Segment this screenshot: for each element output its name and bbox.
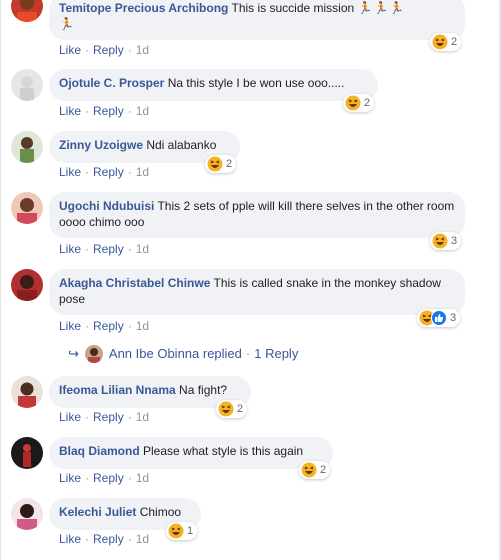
laughing-face-icon bbox=[345, 95, 361, 111]
laughing-face-icon bbox=[207, 156, 223, 172]
thumbs-up-icon bbox=[431, 310, 447, 326]
reply-link[interactable]: Reply bbox=[93, 319, 124, 333]
reply-link[interactable]: Reply bbox=[93, 471, 124, 485]
comment-bubble: Ojotule C. Prosper Na this style I be wo… bbox=[49, 69, 378, 101]
reaction-count: 1 bbox=[187, 525, 194, 537]
frame-border-left bbox=[0, 0, 1, 560]
reply-link[interactable]: Reply bbox=[93, 532, 124, 546]
reaction-summary[interactable]: 2 bbox=[343, 94, 375, 112]
reaction-count: 2 bbox=[451, 36, 458, 48]
reaction-summary[interactable]: 3 bbox=[430, 232, 462, 250]
comment-bubble: Blaq Diamond Please what style is this a… bbox=[49, 437, 333, 469]
reply-count[interactable]: 1 Reply bbox=[254, 346, 298, 362]
comment-age[interactable]: 1d bbox=[136, 104, 149, 118]
avatar[interactable] bbox=[11, 69, 43, 101]
reaction-summary[interactable]: 2 bbox=[299, 461, 331, 479]
reply-link[interactable]: Reply bbox=[93, 104, 124, 118]
like-link[interactable]: Like bbox=[59, 410, 81, 424]
reply-link[interactable]: Reply bbox=[93, 410, 124, 424]
comment-actions: Like · Reply · 1d bbox=[59, 410, 150, 424]
reaction-summary[interactable]: 1 bbox=[166, 522, 198, 540]
comment-text: Na this style I be won use ooo..... bbox=[167, 76, 345, 90]
like-link[interactable]: Like bbox=[59, 43, 81, 57]
comment-age[interactable]: 1d bbox=[136, 43, 149, 57]
reaction-summary[interactable]: 2 bbox=[430, 33, 462, 51]
comment-age[interactable]: 1d bbox=[136, 165, 149, 179]
comment-actions: Like · Reply · 1d bbox=[59, 242, 150, 256]
view-replies-link[interactable]: ↪ Ann Ibe Obinna replied · 1 Reply bbox=[68, 345, 298, 363]
like-link[interactable]: Like bbox=[59, 319, 81, 333]
like-link[interactable]: Like bbox=[59, 532, 81, 546]
avatar[interactable] bbox=[11, 437, 43, 469]
reaction-count: 2 bbox=[237, 403, 244, 415]
reply-link[interactable]: Reply bbox=[93, 43, 124, 57]
comment-age[interactable]: 1d bbox=[136, 242, 149, 256]
reaction-summary[interactable]: 2 bbox=[205, 155, 237, 173]
like-link[interactable]: Like bbox=[59, 165, 81, 179]
comment-bubble: Ugochi Ndubuisi This 2 sets of pple will… bbox=[49, 192, 465, 238]
laughing-face-icon bbox=[218, 401, 234, 417]
comment-text: Na fight? bbox=[179, 383, 228, 397]
comment-actions: Like · Reply · 1d bbox=[59, 319, 150, 333]
like-link[interactable]: Like bbox=[59, 104, 81, 118]
replier-name[interactable]: Ann Ibe Obinna replied bbox=[109, 346, 242, 362]
avatar[interactable] bbox=[11, 131, 43, 163]
comment-author[interactable]: Zinny Uzoigwe bbox=[59, 138, 143, 152]
like-link[interactable]: Like bbox=[59, 471, 81, 485]
avatar[interactable] bbox=[11, 376, 43, 408]
laughing-face-icon bbox=[432, 34, 448, 50]
comment-author[interactable]: Ojotule C. Prosper bbox=[59, 76, 164, 90]
comment-age[interactable]: 1d bbox=[136, 471, 149, 485]
avatar[interactable] bbox=[11, 192, 43, 224]
reaction-count: 3 bbox=[451, 235, 458, 247]
reply-link[interactable]: Reply bbox=[93, 165, 124, 179]
comment-author[interactable]: Kelechi Juliet bbox=[59, 505, 136, 519]
comment-text: Chimoo bbox=[139, 505, 182, 519]
comment-bubble: Akagha Christabel Chinwe This is called … bbox=[49, 269, 465, 315]
comment-actions: Like · Reply · 1d bbox=[59, 43, 150, 57]
comment-text: Ndi alabanko bbox=[146, 138, 217, 152]
comment-bubble: Temitope Precious Archibong This is succ… bbox=[49, 0, 465, 40]
comment-author[interactable]: Ugochi Ndubuisi bbox=[59, 199, 154, 213]
reaction-summary[interactable]: 3 bbox=[417, 309, 461, 327]
comment-author[interactable]: Akagha Christabel Chinwe bbox=[59, 276, 210, 290]
comment-age[interactable]: 1d bbox=[136, 532, 149, 546]
avatar[interactable] bbox=[11, 0, 43, 22]
reaction-count: 2 bbox=[226, 158, 233, 170]
comment-actions: Like · Reply · 1d bbox=[59, 165, 150, 179]
reply-link[interactable]: Reply bbox=[93, 242, 124, 256]
avatar[interactable] bbox=[11, 269, 43, 301]
like-link[interactable]: Like bbox=[59, 242, 81, 256]
reply-arrow-icon: ↪ bbox=[68, 346, 79, 361]
comment-text: This is succide mission bbox=[231, 1, 355, 15]
comment-actions: Like · Reply · 1d bbox=[59, 471, 150, 485]
comment-author[interactable]: Ifeoma Lilian Nnama bbox=[59, 383, 176, 397]
reaction-count: 3 bbox=[450, 312, 457, 324]
laughing-face-icon bbox=[301, 462, 317, 478]
reaction-summary[interactable]: 2 bbox=[216, 400, 248, 418]
reaction-count: 2 bbox=[320, 464, 327, 476]
laughing-face-icon bbox=[168, 523, 184, 539]
avatar bbox=[84, 345, 103, 363]
comment-age[interactable]: 1d bbox=[136, 410, 149, 424]
comment-actions: Like · Reply · 1d bbox=[59, 532, 150, 546]
comment-text: Please what style is this again bbox=[143, 444, 304, 458]
reaction-count: 2 bbox=[364, 97, 371, 109]
avatar[interactable] bbox=[11, 498, 43, 530]
laughing-face-icon bbox=[432, 233, 448, 249]
comment-actions: Like · Reply · 1d bbox=[59, 104, 150, 118]
comment-author[interactable]: Blaq Diamond bbox=[59, 444, 140, 458]
comment-age[interactable]: 1d bbox=[136, 319, 149, 333]
comment-author[interactable]: Temitope Precious Archibong bbox=[59, 1, 228, 15]
